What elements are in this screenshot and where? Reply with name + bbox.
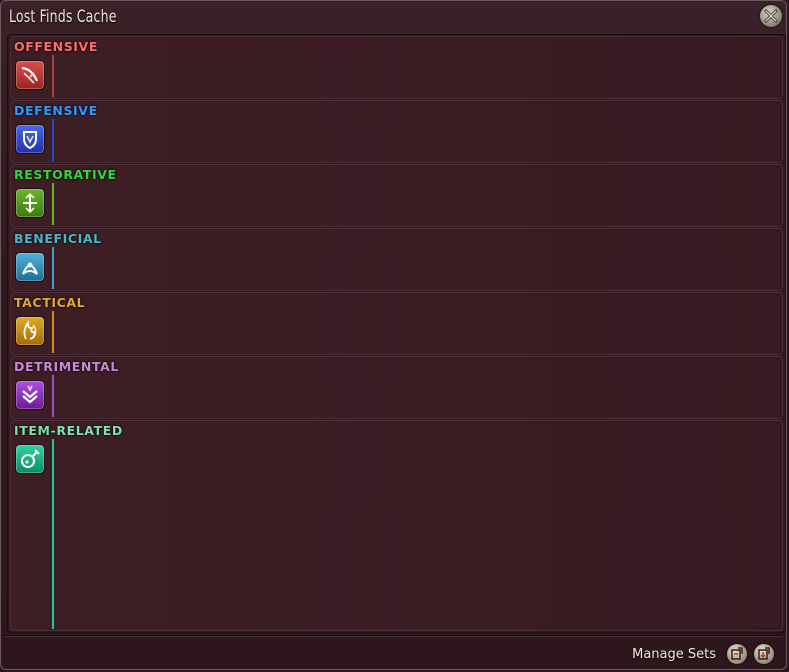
offensive-slash-icon[interactable] (16, 61, 44, 89)
category-restorative: RESTORATIVE (10, 164, 783, 227)
lost-finds-cache-window: Lost Finds Cache OFFENSIVE DEFENSIVE RES… (0, 0, 787, 670)
save-set-icon[interactable] (727, 644, 747, 664)
window-title: Lost Finds Cache (9, 7, 117, 27)
category-beneficial: BENEFICIAL (10, 228, 783, 291)
category-item-related: ITEM-RELATED (10, 420, 783, 631)
category-offensive: OFFENSIVE (10, 36, 783, 99)
category-label: ITEM-RELATED (14, 423, 123, 438)
item-flask-icon[interactable] (16, 445, 44, 473)
category-divider (52, 311, 54, 353)
category-divider (52, 439, 54, 629)
category-label: RESTORATIVE (14, 167, 117, 182)
category-defensive: DEFENSIVE (10, 100, 783, 163)
close-icon[interactable] (760, 5, 782, 27)
category-list: OFFENSIVE DEFENSIVE RESTORATIVE BENEFICI… (7, 34, 786, 633)
category-label: BENEFICIAL (14, 231, 102, 246)
category-detrimental: DETRIMENTAL (10, 356, 783, 419)
detrimental-chevron-icon[interactable] (16, 381, 44, 409)
manage-sets-label: Manage Sets (632, 647, 716, 662)
category-label: TACTICAL (14, 295, 86, 310)
category-label: DETRIMENTAL (14, 359, 119, 374)
title-bar[interactable]: Lost Finds Cache (1, 1, 786, 33)
beneficial-crest-icon[interactable] (16, 253, 44, 281)
category-label: DEFENSIVE (14, 103, 98, 118)
category-divider (52, 55, 54, 97)
tactical-flame-icon[interactable] (16, 317, 44, 345)
defensive-shield-icon[interactable] (16, 125, 44, 153)
category-divider (52, 375, 54, 417)
load-set-icon[interactable] (754, 644, 774, 664)
category-divider (52, 119, 54, 161)
category-tactical: TACTICAL (10, 292, 783, 355)
category-divider (52, 183, 54, 225)
category-divider (52, 247, 54, 289)
footer-divider (5, 635, 782, 637)
category-label: OFFENSIVE (14, 39, 98, 54)
restorative-arrows-icon[interactable] (16, 189, 44, 217)
